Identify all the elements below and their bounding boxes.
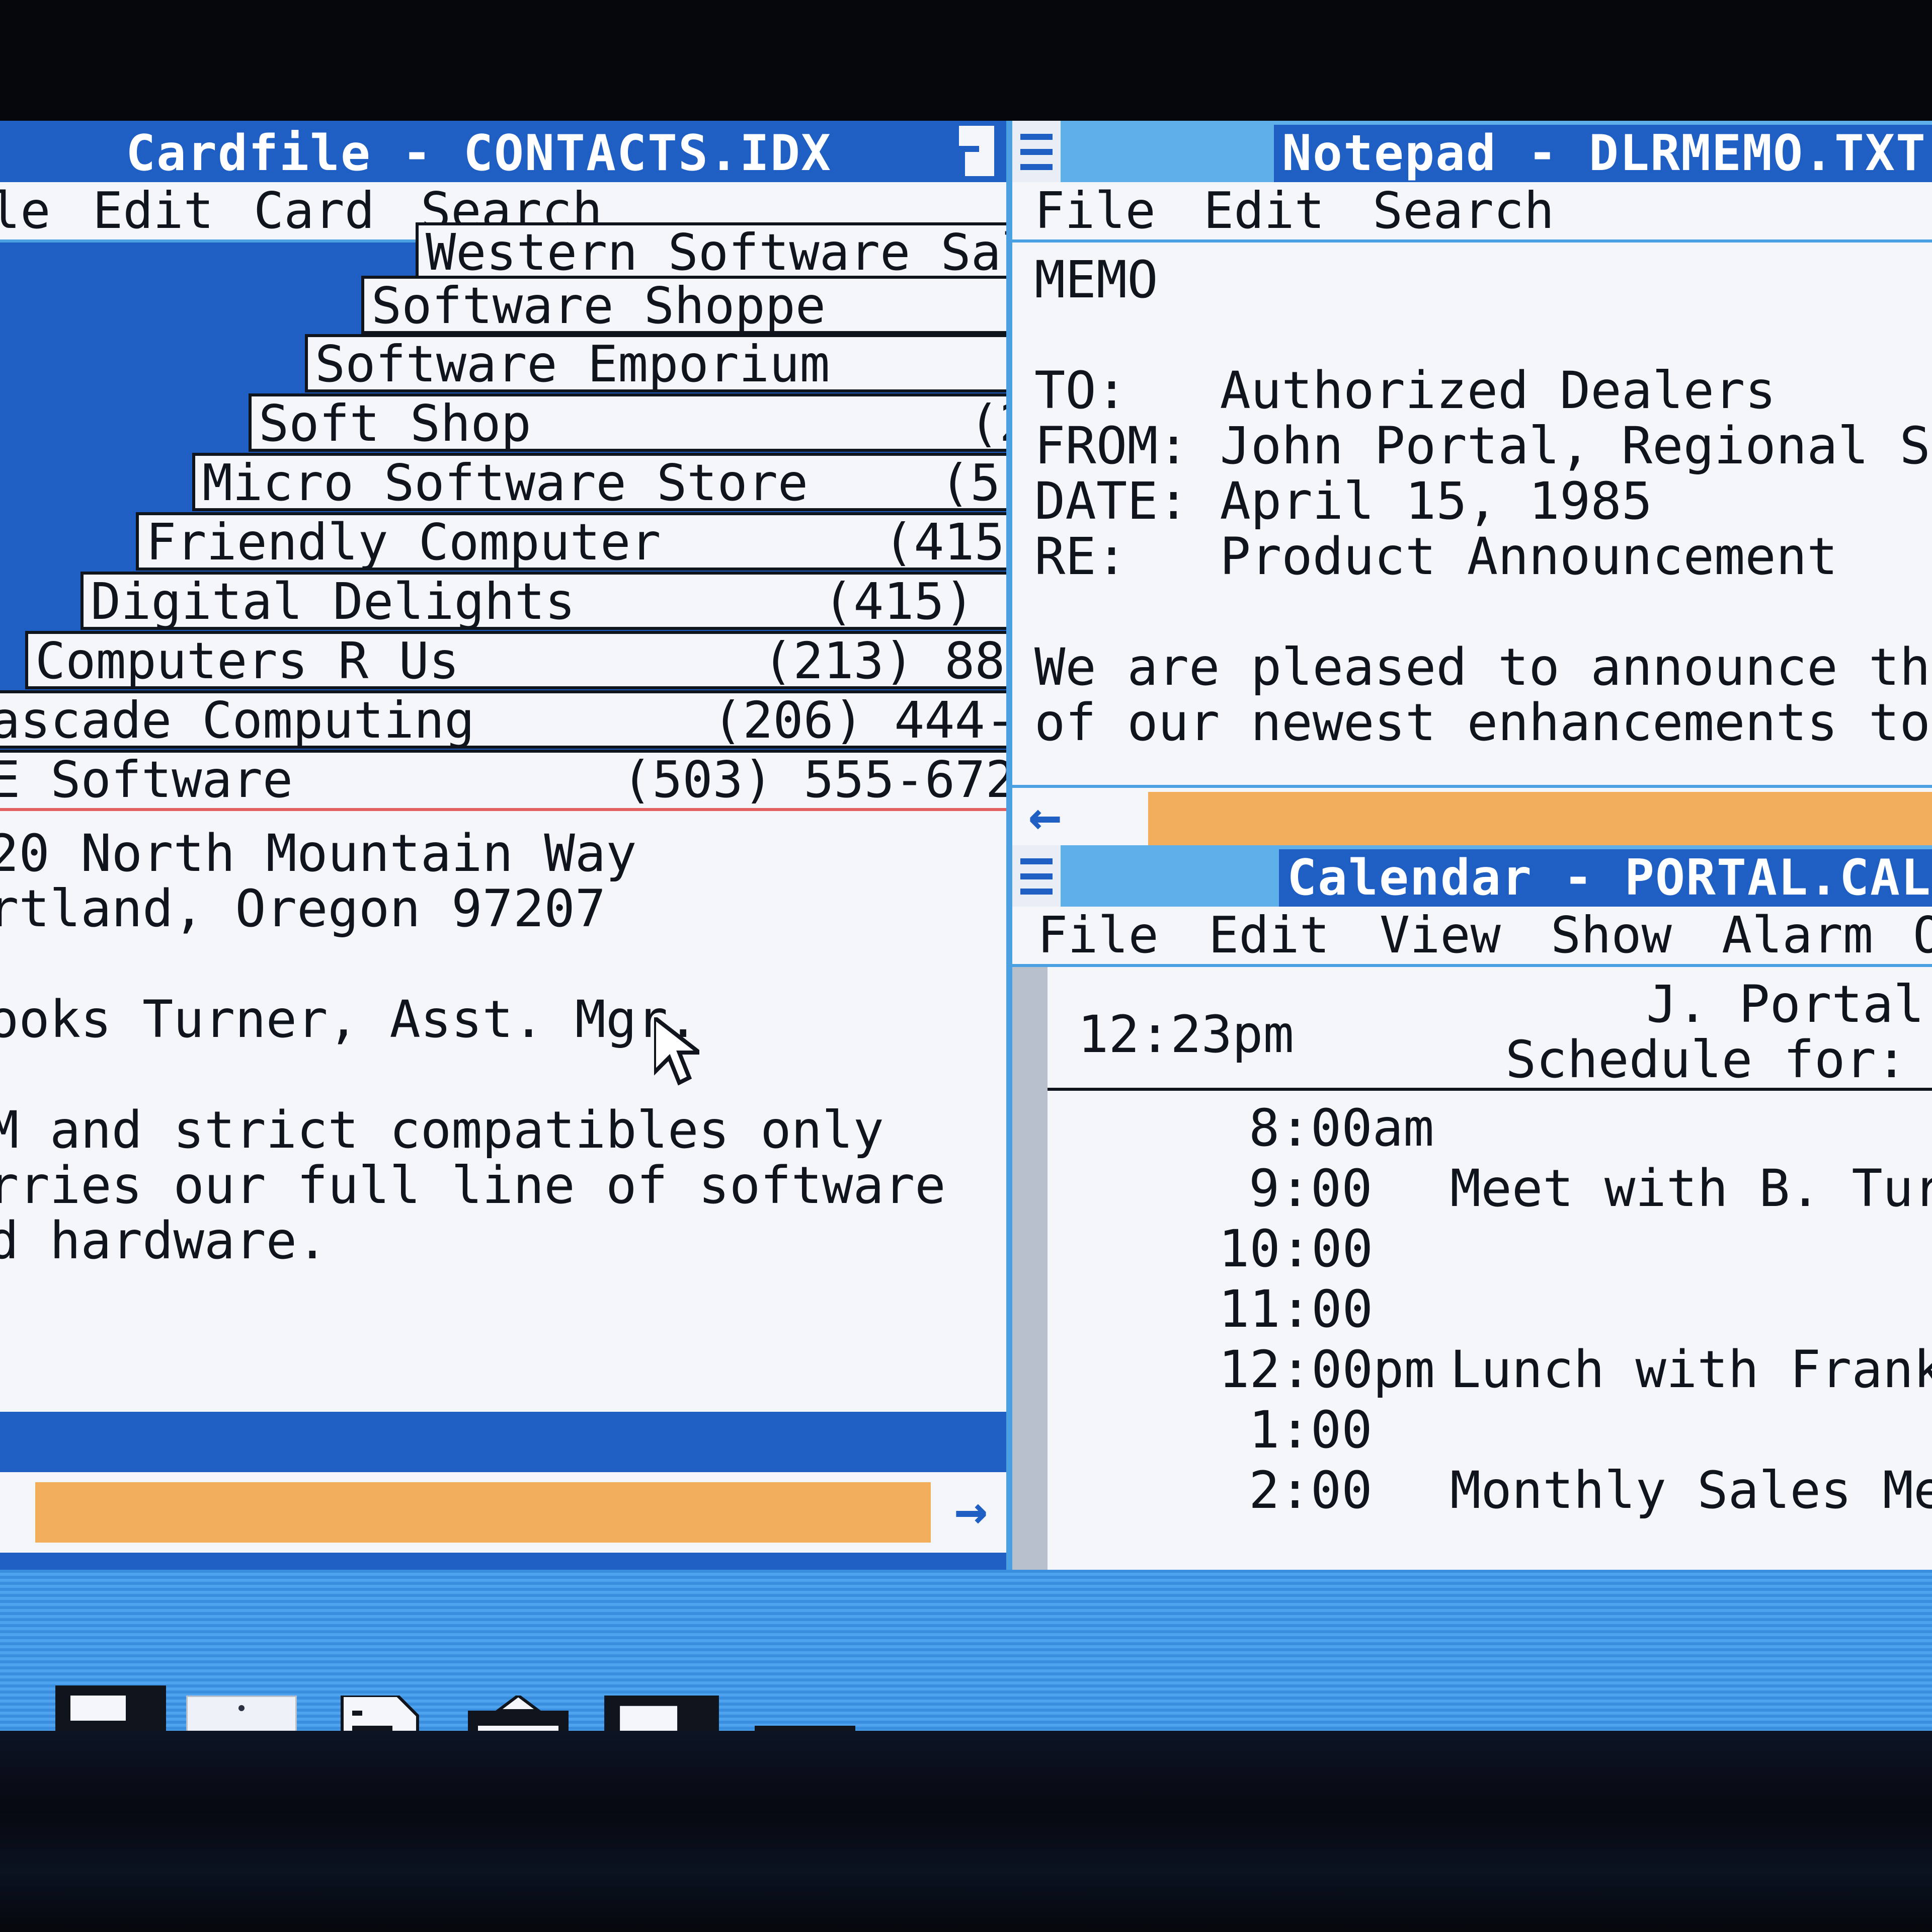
slot-time: 8:00am	[1249, 1098, 1434, 1158]
notepad-window: Notepad - DLRMEMO.TXT File Edit Search M…	[1012, 121, 1932, 845]
memo-line: of our newest enhancements to ou	[1034, 693, 1932, 753]
card-body[interactable]: 20 North Mountain Way rtland, Oregon 972…	[0, 808, 1009, 1415]
notepad-text-area[interactable]: MEMO TO: Authorized Dealers FROM: John P…	[1012, 243, 1932, 845]
slot-time: 10:00	[1219, 1219, 1374, 1279]
calendar-title: Calendar - PORTAL.CAL	[1279, 849, 1932, 907]
card[interactable]: Soft Shop (2	[249, 393, 1009, 452]
card[interactable]: Software Shoppe	[361, 276, 1009, 334]
card[interactable]: ascade Computing (206) 444-	[0, 690, 1009, 749]
calendar-window: Calendar - PORTAL.CAL File Edit View Sho…	[1012, 845, 1932, 1570]
menu-card[interactable]: Card	[254, 182, 375, 239]
slot-time: 11:00	[1219, 1279, 1374, 1339]
card[interactable]: Digital Delights (415) 1	[80, 572, 1009, 630]
size-box-icon[interactable]	[959, 126, 994, 176]
cardfile-blue-strip	[0, 1412, 1009, 1472]
card[interactable]: Friendly Computer (415	[136, 512, 1009, 571]
notepad-hscroll-track[interactable]: ←	[1012, 785, 1932, 845]
memo-line: FROM: John Portal, Regional Sale	[1034, 416, 1932, 476]
menu-file[interactable]: File	[1034, 182, 1156, 239]
cardfile-hscroll-track[interactable]: →	[0, 1472, 1009, 1553]
system-menu-icon[interactable]	[1012, 121, 1061, 182]
menu-edit[interactable]: Edit	[1209, 907, 1330, 964]
floppy-disk-icon[interactable]	[604, 1696, 719, 1731]
memo-line: We are pleased to announce the r	[1034, 637, 1932, 697]
slot-text[interactable]: Lunch with Frank a	[1450, 1342, 1932, 1398]
card[interactable]: Software Emporium	[305, 334, 1009, 392]
calendar-titlebar[interactable]: Calendar - PORTAL.CAL	[1012, 845, 1932, 907]
clipboard-icon[interactable]	[463, 1696, 574, 1731]
calendar-owner: J. Portal's	[1646, 975, 1932, 1034]
schedule-date: Schedule for: Mo	[1505, 1030, 1907, 1090]
card[interactable]: Micro Software Store (5	[192, 453, 1009, 511]
calendar-menubar: File Edit View Show Alarm O	[1012, 907, 1932, 967]
memo-line: TO: Authorized Dealers	[1034, 361, 1776, 421]
cardfile-card-area: Western Software Sal Software Shoppe Sof…	[0, 222, 1009, 1570]
current-time: 12:23pm	[1078, 1005, 1294, 1065]
memo-line: MEMO	[1034, 250, 1158, 310]
monitor-bezel-top	[0, 0, 1932, 121]
menu-view[interactable]: View	[1380, 907, 1501, 964]
notepad-menubar: File Edit Search	[1012, 182, 1932, 243]
slot-time: 1:00	[1249, 1400, 1373, 1460]
appointment-list[interactable]: 8:00am 9:00 Meet with B. Turne 10:00 11:…	[1048, 1091, 1932, 1570]
card-line: d hardware.	[0, 1211, 328, 1271]
cardfile-titlebar[interactable]: Cardfile - CONTACTS.IDX	[0, 121, 1009, 182]
menu-search[interactable]: Search	[1373, 182, 1554, 239]
scrollbar-thumb[interactable]	[35, 1482, 931, 1543]
card[interactable]: Computers R Us (213) 888	[25, 631, 1009, 689]
monitor-bezel-bottom	[0, 1731, 1932, 1932]
clock-icon[interactable]	[186, 1696, 297, 1731]
screen: Cardfile - CONTACTS.IDX le Edit Card Sea…	[0, 121, 1932, 1731]
calendar-left-border	[1012, 967, 1048, 1570]
memo-line: DATE: April 15, 1985	[1034, 471, 1653, 531]
slot-time: 12:00pm	[1219, 1340, 1435, 1400]
notepad-title: Notepad - DLRMEMO.TXT	[1274, 125, 1932, 182]
window-divider	[1006, 121, 1012, 1570]
menu-options[interactable]: O	[1913, 907, 1932, 964]
card-line: rtland, Oregon 97207	[0, 879, 606, 939]
calculator-icon[interactable]	[755, 1726, 855, 1731]
menu-edit[interactable]: Edit	[1203, 182, 1325, 239]
menu-file[interactable]: le	[0, 182, 50, 239]
slot-text[interactable]: Monthly Sales Meet	[1450, 1463, 1932, 1518]
menu-file[interactable]: File	[1037, 907, 1159, 964]
card-line: 20 North Mountain Way	[0, 824, 637, 883]
floppy-disk-icon[interactable]	[55, 1685, 166, 1731]
cardfile-window: Cardfile - CONTACTS.IDX le Edit Card Sea…	[0, 121, 1009, 1570]
card-line: rries our full line of software	[0, 1156, 946, 1216]
notepad-titlebar[interactable]: Notepad - DLRMEMO.TXT	[1012, 121, 1932, 182]
slot-time: 2:00	[1249, 1461, 1373, 1520]
slot-text[interactable]: Meet with B. Turne	[1450, 1161, 1932, 1217]
card-line: ooks Turner, Asst. Mgr.	[0, 990, 699, 1050]
system-menu-icon[interactable]	[1012, 845, 1061, 907]
card-partial[interactable]: Western Software Sal	[416, 222, 1009, 281]
scrollbar-thumb[interactable]	[1148, 792, 1932, 845]
printer-icon[interactable]	[322, 1696, 443, 1731]
memo-line: RE: Product Announcement	[1034, 527, 1838, 587]
slot-time: 9:00	[1249, 1159, 1373, 1219]
cardfile-title: Cardfile - CONTACTS.IDX	[126, 125, 832, 182]
menu-show[interactable]: Show	[1551, 907, 1672, 964]
mouse-pointer-icon	[654, 1017, 699, 1086]
calendar-header: 12:23pm J. Portal's Schedule for: Mo	[1048, 967, 1932, 1091]
card-line: M and strict compatibles only	[0, 1100, 884, 1160]
menu-alarm[interactable]: Alarm	[1722, 907, 1873, 964]
scroll-right-icon[interactable]: →	[941, 1482, 1001, 1543]
menu-edit[interactable]: Edit	[93, 182, 214, 239]
scroll-left-icon[interactable]: ←	[1012, 788, 1078, 845]
card-front[interactable]: E Software (503) 555-672	[0, 750, 1009, 808]
